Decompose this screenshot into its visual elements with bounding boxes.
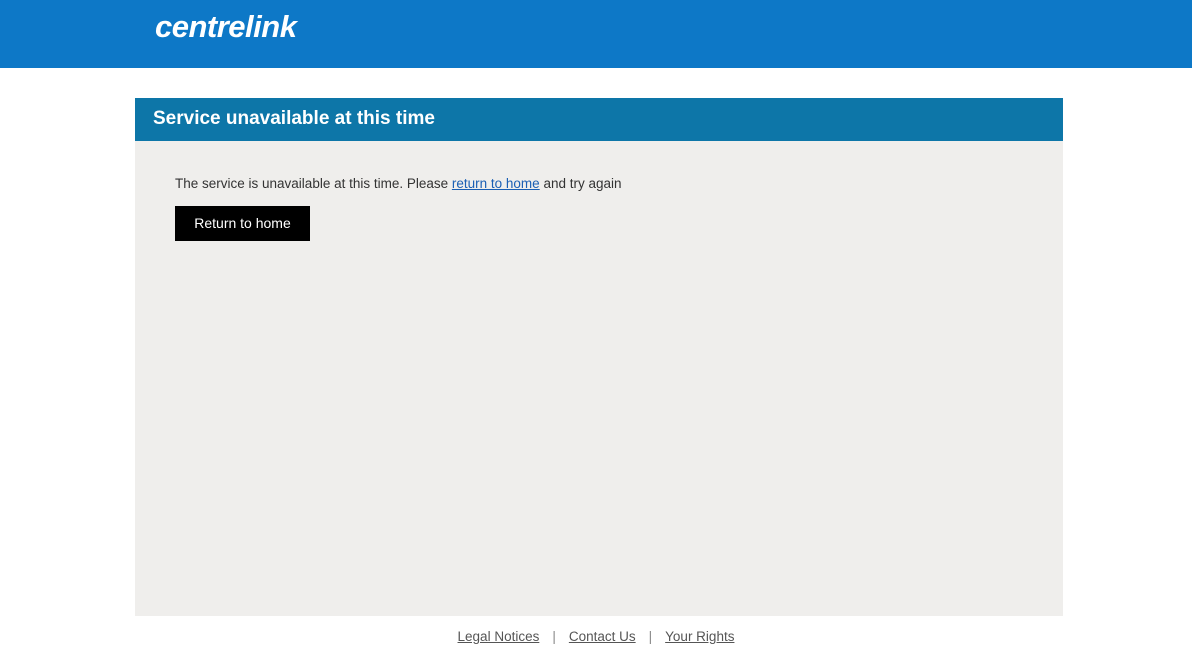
footer-link-legal-notices[interactable]: Legal Notices — [458, 629, 540, 644]
return-to-home-button[interactable]: Return to home — [175, 206, 310, 241]
centrelink-logo[interactable]: centrelink — [155, 9, 297, 45]
message-suffix: and try again — [539, 176, 622, 191]
footer-separator: | — [552, 629, 556, 644]
message-prefix: The service is unavailable at this time.… — [175, 176, 452, 191]
site-header: centrelink — [0, 0, 1192, 68]
footer-link-your-rights[interactable]: Your Rights — [665, 629, 734, 644]
error-panel: Service unavailable at this time The ser… — [135, 98, 1063, 616]
panel-header: Service unavailable at this time — [135, 98, 1063, 141]
error-message: The service is unavailable at this time.… — [175, 175, 622, 193]
site-footer: Legal Notices | Contact Us | Your Rights — [0, 628, 1192, 648]
page-title: Service unavailable at this time — [153, 108, 435, 129]
return-to-home-link[interactable]: return to home — [452, 176, 540, 191]
footer-separator: | — [648, 629, 653, 644]
footer-link-contact-us[interactable]: Contact Us — [569, 629, 636, 644]
